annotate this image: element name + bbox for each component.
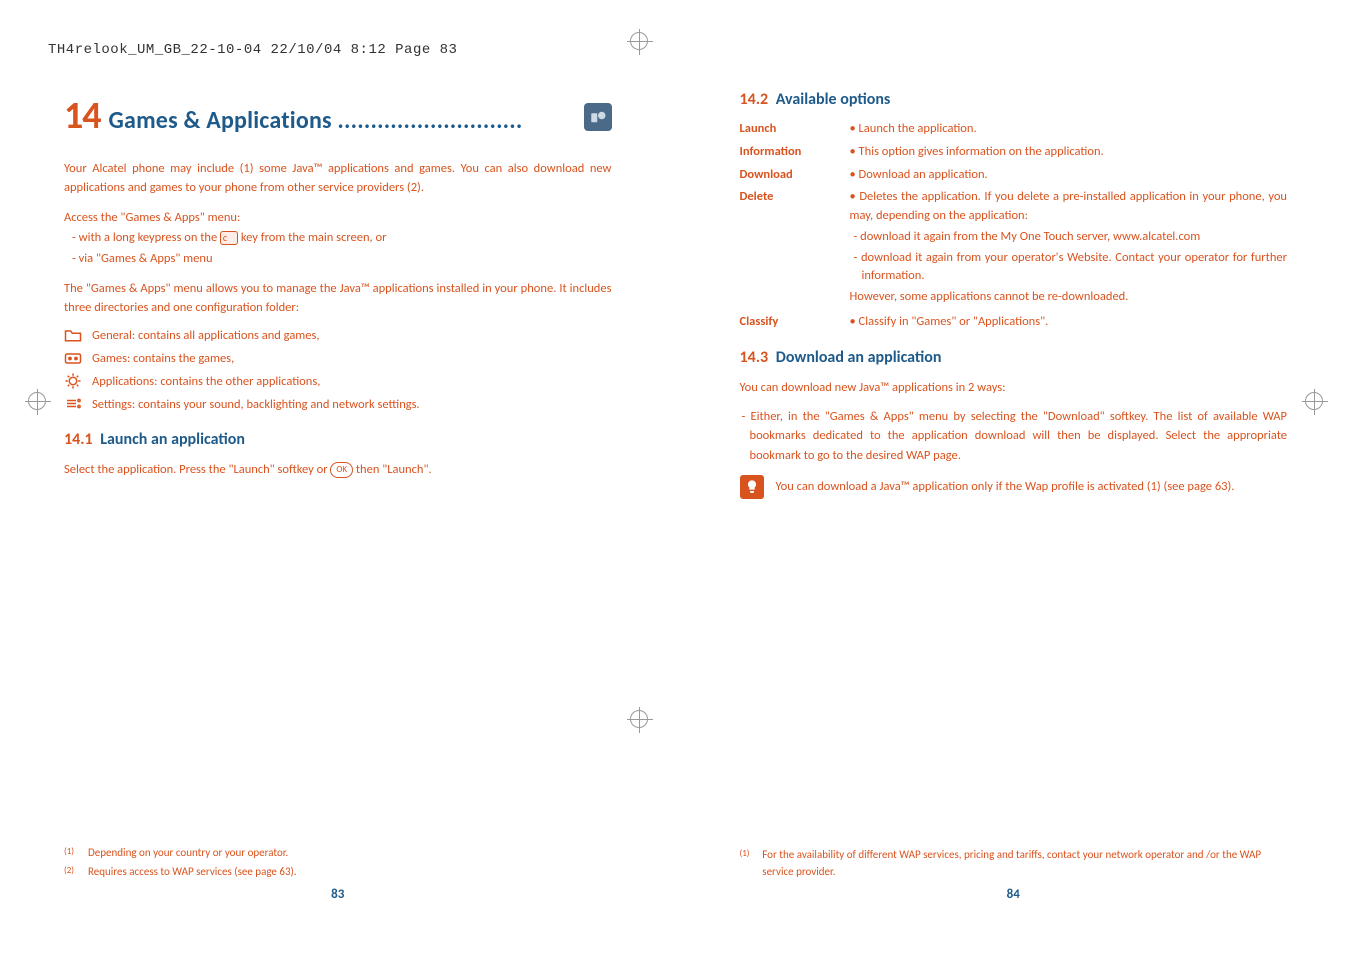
folder-general-label: General: contains all applications and g…: [92, 327, 320, 346]
section-14-1-body: Select the application. Press the "Launc…: [64, 460, 612, 479]
footnote-right-1: For the availability of different WAP se…: [762, 847, 1287, 880]
section-14-2-heading: 14.2 Available options: [740, 88, 1288, 112]
option-information-val: • This option gives information on the a…: [850, 143, 1288, 162]
chapter-number: 14: [64, 88, 101, 145]
games-icon: [64, 350, 82, 366]
ok-key-icon: OK: [330, 462, 353, 478]
download-intro: You can download new Java™ applications …: [740, 378, 1288, 397]
access-lead: Access the "Games & Apps" menu:: [64, 208, 612, 227]
folder-games: Games: contains the games,: [64, 350, 612, 369]
section-14-3-heading: 14.3 Download an application: [740, 346, 1288, 370]
footnote-2: Requires access to WAP services (see pag…: [88, 864, 297, 881]
option-download-key: Download: [740, 166, 832, 185]
option-launch-val: • Launch the application.: [850, 120, 1288, 139]
lightbulb-icon: [740, 475, 764, 499]
access-item-1: - with a long keypress on the c key from…: [72, 229, 612, 248]
option-launch-key: Launch: [740, 120, 832, 139]
folder-icon: [64, 327, 82, 343]
option-classify-key: Classify: [740, 313, 832, 332]
access-item-2: - via "Games & Apps" menu: [72, 250, 612, 269]
options-table: Launch • Launch the application. Informat…: [740, 120, 1288, 332]
page-right: 14.2 Available options Launch • Launch th…: [676, 0, 1351, 954]
chapter-heading: 14 Games & Applications ................…: [64, 88, 612, 145]
folder-settings-label: Settings: contains your sound, backlight…: [92, 396, 420, 415]
tip-text: You can download a Java™ application onl…: [776, 477, 1235, 496]
folder-applications-label: Applications: contains the other applica…: [92, 373, 320, 392]
intro-paragraph: Your Alcatel phone may include (1) some …: [64, 159, 612, 198]
download-item-1: - Either, in the "Games & Apps" menu by …: [740, 407, 1288, 465]
page-number-right: 84: [676, 885, 1351, 905]
folder-applications: Applications: contains the other applica…: [64, 373, 612, 392]
footnotes-left: (1)Depending on your country or your ope…: [64, 843, 612, 882]
option-delete-val: • Deletes the application. If you delete…: [850, 188, 1288, 309]
settings-icon: [64, 396, 82, 412]
folder-settings: Settings: contains your sound, backlight…: [64, 396, 612, 415]
section-14-1-heading: 14.1 Launch an application: [64, 428, 612, 452]
page-number-left: 83: [0, 885, 676, 905]
footnotes-right: (1)For the availability of different WAP…: [740, 845, 1288, 882]
games-apps-icon: [584, 103, 612, 131]
chapter-title: Games & Applications ...................…: [101, 103, 584, 139]
gear-icon: [64, 373, 82, 389]
folder-games-label: Games: contains the games,: [92, 350, 234, 369]
option-download-val: • Download an application.: [850, 166, 1288, 185]
manage-paragraph: The "Games & Apps" menu allows you to ma…: [64, 279, 612, 318]
option-information-key: Information: [740, 143, 832, 162]
option-classify-val: • Classify in "Games" or "Applications".: [850, 313, 1288, 332]
tip-row: You can download a Java™ application onl…: [740, 475, 1288, 499]
folder-general: General: contains all applications and g…: [64, 327, 612, 346]
option-delete-key: Delete: [740, 188, 832, 309]
c-key-icon: c: [220, 231, 238, 245]
page-left: 14 Games & Applications ................…: [0, 0, 676, 954]
footnote-1: Depending on your country or your operat…: [88, 845, 288, 862]
